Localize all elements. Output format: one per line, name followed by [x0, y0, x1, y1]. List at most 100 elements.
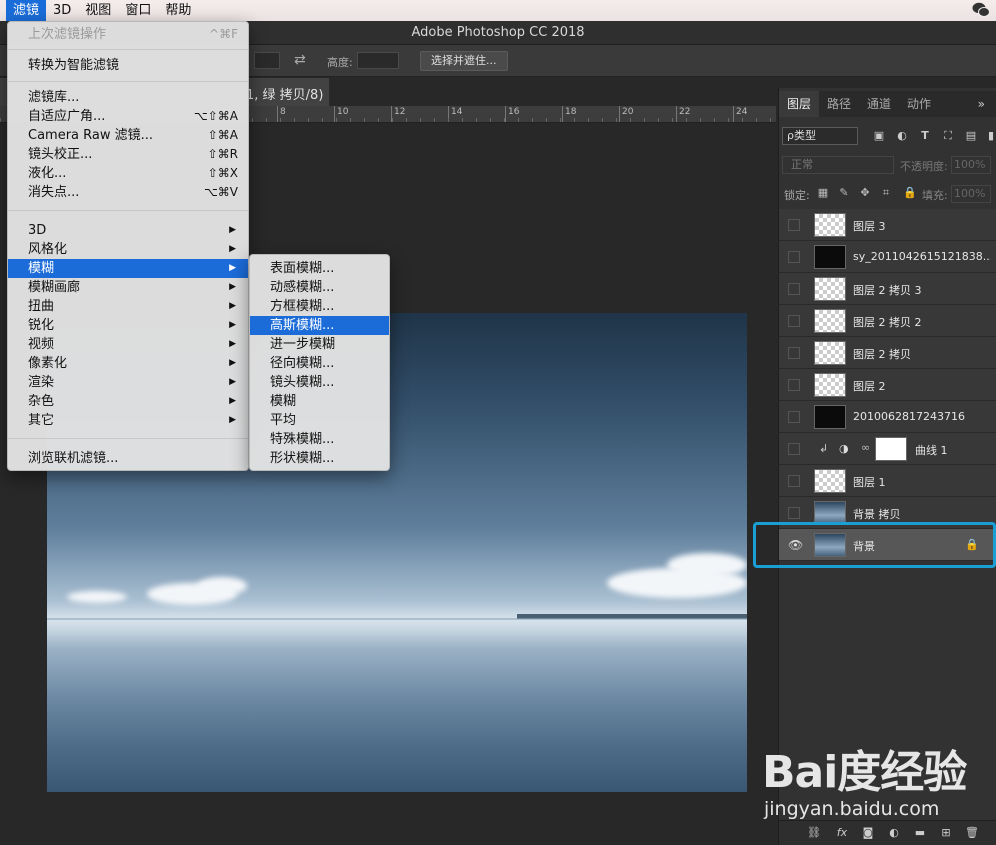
menu-item-convert-smart[interactable]: 转换为智能滤镜 [8, 56, 248, 75]
menu-item-noise[interactable]: 杂色 ▶ [8, 392, 248, 411]
layer-row[interactable]: 图层 2 [779, 369, 996, 401]
menu-separator [8, 438, 248, 439]
menu-item-vanishing-point[interactable]: 消失点... ⌥⌘V [8, 183, 248, 202]
menu-item-3d[interactable]: 3D ▶ [8, 221, 248, 240]
menu-item-pixelate[interactable]: 像素化 ▶ [8, 354, 248, 373]
menu-filter[interactable]: 滤镜 [6, 0, 47, 21]
menu-item-blur-gallery[interactable]: 模糊画廊 ▶ [8, 278, 248, 297]
layer-row[interactable]: 图层 2 拷贝 [779, 337, 996, 369]
menu-item-distort[interactable]: 扭曲 ▶ [8, 297, 248, 316]
menu-item-sharpen[interactable]: 锐化 ▶ [8, 316, 248, 335]
menu-item-lens-blur[interactable]: 镜头模糊... [250, 373, 389, 392]
width-field[interactable] [254, 52, 280, 69]
lock-transparent-icon[interactable]: ▦ [817, 187, 829, 199]
type-filter-icon[interactable]: T [919, 130, 931, 142]
submenu-arrow-icon: ▶ [229, 377, 236, 387]
tab-layers[interactable]: 图层 [779, 91, 820, 117]
select-and-mask-button[interactable]: 选择并遮住... [420, 51, 508, 71]
height-field[interactable] [357, 52, 399, 69]
ruler-minor-tick [476, 118, 477, 122]
lock-artboard-icon[interactable]: ⌗ [880, 187, 892, 199]
menu-item-adaptive-wide[interactable]: 自适应广角... ⌥⇧⌘A [8, 107, 248, 126]
layer-row[interactable]: ↲ ◑ ∞ 曲线 1 [779, 433, 996, 465]
ruler-minor-tick [616, 118, 617, 122]
wechat-icon[interactable] [972, 2, 990, 18]
menu-item-shape-blur[interactable]: 形状模糊... [250, 449, 389, 468]
layer-thumbnail [814, 405, 846, 429]
swap-icon[interactable]: ⇄ [294, 52, 306, 68]
visibility-toggle[interactable] [788, 347, 800, 359]
layer-row[interactable]: 图层 2 拷贝 3 [779, 273, 996, 305]
ruler-minor-tick [0, 118, 1, 122]
menu-item-camera-raw[interactable]: Camera Raw 滤镜... ⇧⌘A [8, 126, 248, 145]
ruler-minor-tick [756, 118, 757, 122]
menu-window[interactable]: 窗口 [118, 0, 158, 21]
menu-3d[interactable]: 3D [46, 0, 78, 21]
menu-item-smart-blur[interactable]: 特殊模糊... [250, 430, 389, 449]
menu-item-lens-correction[interactable]: 镜头校正... ⇧⌘R [8, 145, 248, 164]
tab-channels[interactable]: 通道 [859, 91, 899, 117]
lock-all-icon[interactable]: 🔒 [903, 187, 917, 199]
menu-item-box-blur[interactable]: 方框模糊... [250, 297, 389, 316]
menu-item-other[interactable]: 其它 ▶ [8, 411, 248, 430]
layer-row[interactable]: 图层 2 拷贝 2 [779, 305, 996, 337]
visibility-toggle[interactable] [788, 475, 800, 487]
tab-paths[interactable]: 路径 [819, 91, 859, 117]
image-filter-icon[interactable]: ▣ [873, 130, 885, 142]
smart-object-filter-icon[interactable]: ▤ [965, 130, 977, 142]
ruler-minor-tick [588, 118, 589, 122]
chain-link-icon[interactable]: ∞ [861, 441, 870, 454]
menu-item-liquify[interactable]: 液化... ⇧⌘X [8, 164, 248, 183]
adjustment-filter-icon[interactable]: ◐ [896, 130, 908, 142]
menu-item-render[interactable]: 渲染 ▶ [8, 373, 248, 392]
submenu-arrow-icon: ▶ [229, 301, 236, 311]
menu-view[interactable]: 视图 [78, 0, 118, 21]
shape-filter-icon[interactable]: ⛶ [942, 130, 954, 142]
visibility-toggle[interactable] [788, 411, 800, 423]
visibility-toggle[interactable] [788, 443, 800, 455]
submenu-arrow-icon: ▶ [229, 282, 236, 292]
opacity-field[interactable]: 100% [951, 156, 991, 174]
ruler-minor-tick [574, 118, 575, 122]
ruler-minor-tick [504, 118, 505, 122]
menu-separator [8, 49, 248, 50]
menu-item-surface-blur[interactable]: 表面模糊... [250, 259, 389, 278]
menu-item-filter-gallery[interactable]: 滤镜库... [8, 88, 248, 107]
lock-position-icon[interactable]: ✥ [859, 187, 871, 199]
menu-item-browse-online[interactable]: 浏览联机滤镜... [8, 449, 248, 468]
visibility-toggle[interactable] [788, 251, 800, 263]
menu-item-video[interactable]: 视频 ▶ [8, 335, 248, 354]
menu-item-stylize[interactable]: 风格化 ▶ [8, 240, 248, 259]
menu-help[interactable]: 帮助 [158, 0, 198, 21]
menu-item-average[interactable]: 平均 [250, 411, 389, 430]
lock-paint-icon[interactable]: ✎ [838, 187, 850, 199]
layer-filter-select[interactable]: ρ类型 [782, 127, 858, 145]
menu-item-radial-blur[interactable]: 径向模糊... [250, 354, 389, 373]
layer-row[interactable]: 2010062817243716 [779, 401, 996, 433]
menu-item-motion-blur[interactable]: 动感模糊... [250, 278, 389, 297]
menu-item-gaussian-blur[interactable]: 高斯模糊... [250, 316, 389, 335]
panel-more-icon[interactable]: » [978, 91, 985, 117]
fill-field[interactable]: 100% [951, 185, 991, 203]
layer-row[interactable]: 图层 1 [779, 465, 996, 497]
visibility-toggle[interactable] [788, 507, 800, 519]
menu-item-blur-more[interactable]: 进一步模糊 [250, 335, 389, 354]
visibility-toggle[interactable] [788, 379, 800, 391]
ruler-minor-tick [546, 118, 547, 122]
submenu-arrow-icon: ▶ [229, 358, 236, 368]
tab-actions[interactable]: 动作 [899, 91, 939, 117]
visibility-toggle[interactable] [788, 219, 800, 231]
ruler-tick: 20 [619, 106, 633, 122]
menu-item-blur[interactable]: 模糊 ▶ [8, 259, 248, 278]
submenu-arrow-icon: ▶ [229, 263, 236, 273]
layer-row[interactable]: sy_2011042615121838... [779, 241, 996, 273]
menu-item-blur-plain[interactable]: 模糊 [250, 392, 389, 411]
ruler-minor-tick [462, 118, 463, 122]
filter-toggle-icon[interactable]: ▮ [985, 130, 996, 142]
visibility-toggle[interactable] [788, 315, 800, 327]
layer-mask-thumbnail[interactable] [875, 437, 907, 461]
ruler-minor-tick [728, 118, 729, 122]
visibility-toggle[interactable] [788, 283, 800, 295]
blend-mode-select[interactable]: 正常 [782, 156, 894, 174]
layer-row[interactable]: 图层 3 [779, 209, 996, 241]
